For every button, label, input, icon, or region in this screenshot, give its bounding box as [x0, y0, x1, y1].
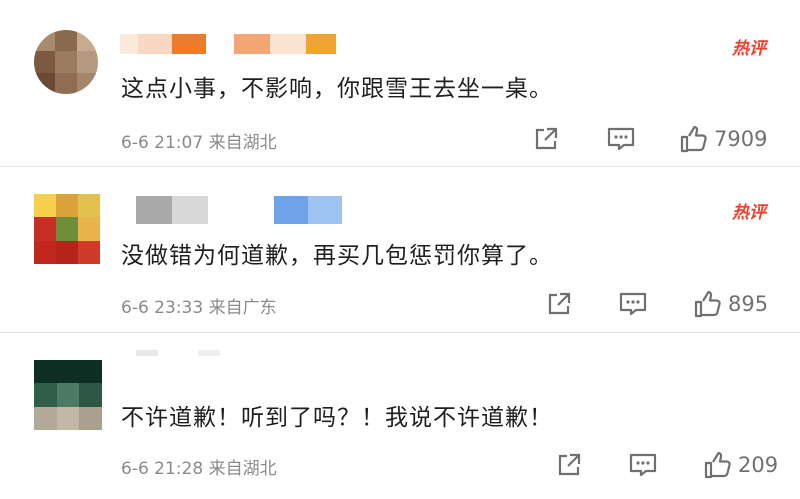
hot-comment-badge: 热评 [732, 203, 766, 223]
hot-comment-badge: 热评 [732, 39, 766, 59]
comment-button[interactable] [606, 125, 636, 153]
like-count: 895 [728, 292, 769, 316]
comment-item: 热评 这点小事，不影响，你跟雪王去坐一桌。 6-6 21:07 来自湖北 790… [0, 0, 800, 165]
username-redacted[interactable] [136, 350, 220, 356]
share-button[interactable] [545, 290, 573, 318]
comment-button[interactable] [628, 451, 658, 479]
like-button[interactable]: 895 [692, 289, 768, 319]
comment-text: 不许道歉！听到了吗？！我说不许道歉！ [121, 405, 553, 431]
comment-button[interactable] [618, 290, 648, 318]
share-icon [535, 127, 558, 150]
like-button[interactable]: 7909 [678, 124, 767, 154]
avatar[interactable] [34, 30, 98, 94]
comment-meta: 6-6 21:07 来自湖北 [121, 133, 277, 153]
thumbs-up-icon [680, 125, 707, 153]
comment-item: 不许道歉！听到了吗？！我说不许道歉！ 6-6 21:28 来自湖北 209 [0, 332, 800, 499]
comment-item: 热评 没做错为何道歉，再买几包惩罚你算了。 6-6 23:33 来自广东 895 [0, 166, 800, 331]
comment-icon [607, 127, 635, 151]
comment-icon [629, 453, 657, 477]
share-icon [558, 453, 581, 476]
thumbs-up-icon [704, 451, 731, 479]
username-redacted[interactable] [136, 196, 342, 224]
share-button[interactable] [555, 451, 583, 479]
share-button[interactable] [532, 125, 560, 153]
like-count: 7909 [714, 127, 768, 151]
comment-text: 这点小事，不影响，你跟雪王去坐一桌。 [121, 76, 553, 102]
share-icon [548, 292, 571, 315]
thumbs-up-icon [694, 290, 721, 318]
comment-icon [619, 292, 647, 316]
avatar[interactable] [34, 194, 100, 264]
comment-meta: 6-6 21:28 来自湖北 [121, 459, 277, 479]
comment-text: 没做错为何道歉，再买几包惩罚你算了。 [121, 243, 553, 269]
like-button[interactable]: 209 [702, 450, 778, 480]
avatar[interactable] [34, 360, 102, 430]
comment-meta: 6-6 23:33 来自广东 [121, 298, 277, 318]
username-redacted[interactable] [120, 34, 336, 54]
like-count: 209 [738, 453, 779, 477]
